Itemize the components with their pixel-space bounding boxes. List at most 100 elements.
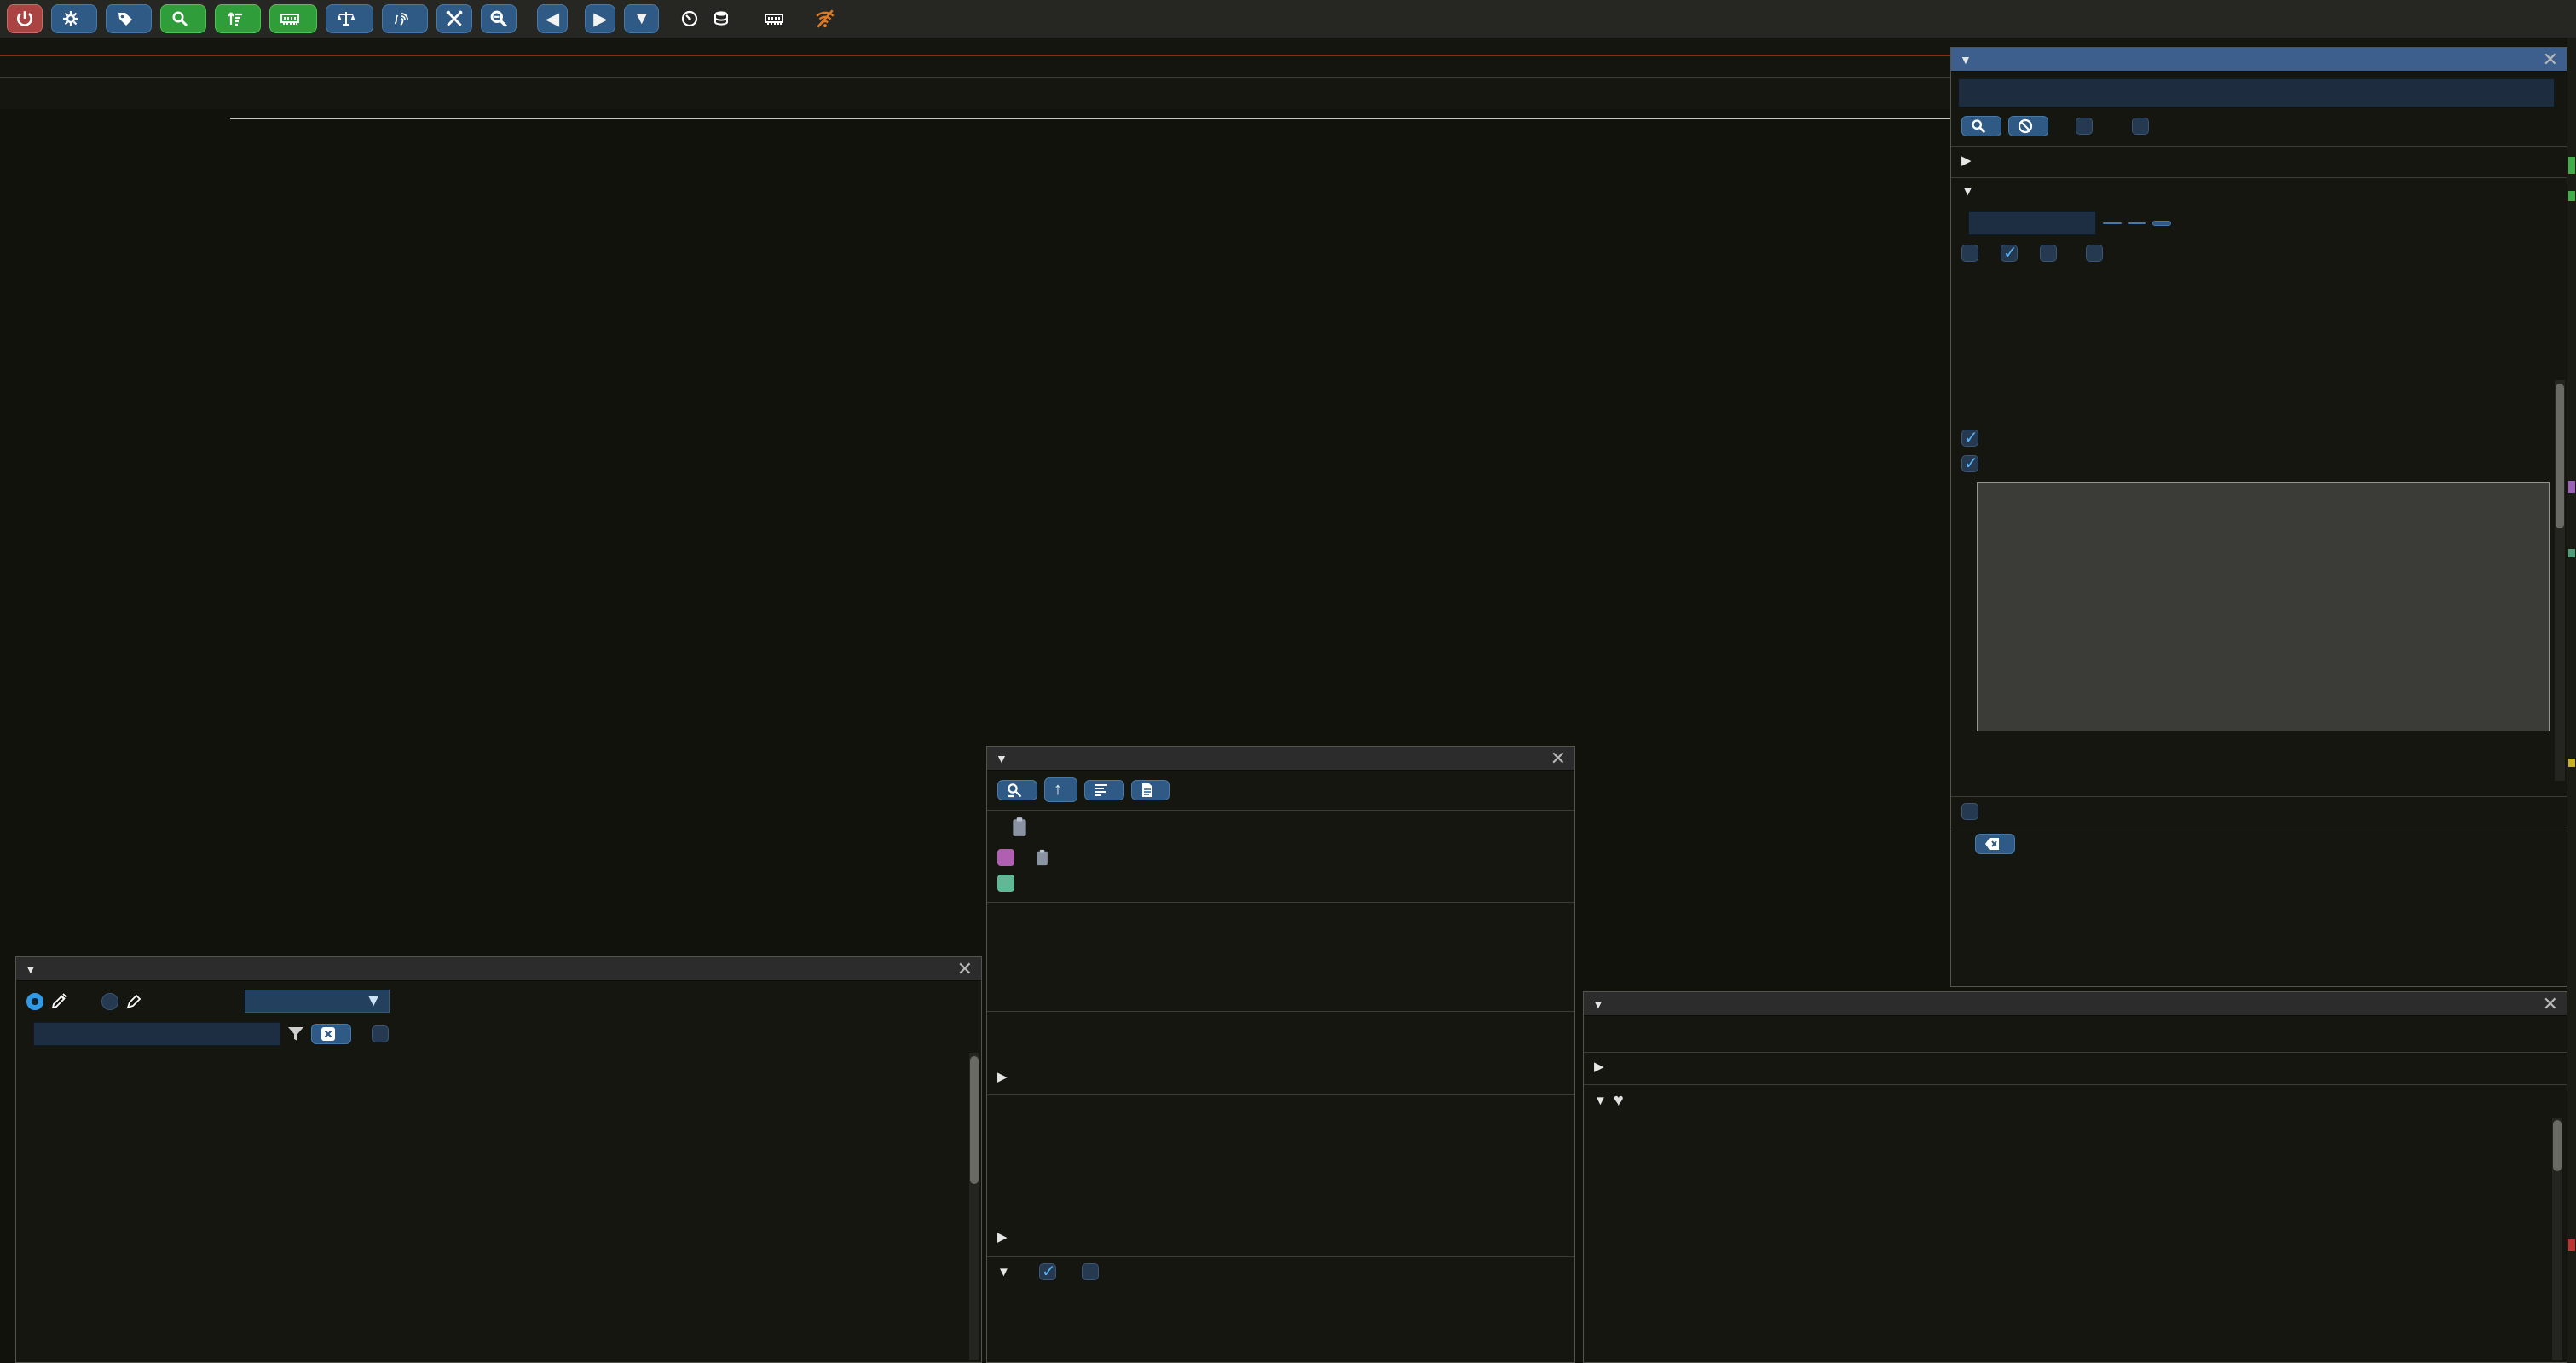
eyedropper-icon [125,993,142,1010]
find-zone-search-input[interactable] [1958,78,2555,107]
go-to-parent-button[interactable]: ↑ [1044,777,1077,802]
zoom-to-zone-button[interactable] [997,780,1037,800]
heart-icon: ♥ [1614,1091,1624,1111]
messages-button[interactable] [106,4,152,33]
ban-icon [2018,118,2033,134]
memory-button[interactable] [269,4,317,33]
found-clear-button[interactable] [1975,834,2015,854]
options-button[interactable] [51,4,97,33]
collapse-icon[interactable]: ▼ [996,752,1008,765]
search-icon [1971,118,1986,134]
collapse-icon[interactable]: ▼ [1592,997,1604,1011]
log-values-checkbox[interactable] [1961,245,1978,262]
bin-plus-button[interactable] [2128,222,2146,224]
mean-color-swatch [1985,430,2002,447]
stats-scrollbar[interactable] [969,1053,979,1360]
self-time-checkbox[interactable] [2086,245,2103,262]
info-button[interactable] [382,4,428,33]
zoom-button[interactable] [481,4,517,33]
ignore-case-checkbox[interactable] [2076,118,2093,135]
find-zone-button[interactable] [160,4,206,33]
stats-clear-button[interactable] [311,1024,351,1044]
log-time-checkbox[interactable] [2001,245,2018,262]
tools-icon [445,9,464,28]
zone-info-titlebar[interactable]: ▼✕ [987,747,1574,771]
clear-icon [1984,836,2000,852]
legend-row-1 [1961,430,2556,447]
legend-row-2 [1961,455,2556,472]
time-relative-checkbox[interactable] [1039,1263,1056,1280]
median-color-swatch [2047,430,2064,447]
statistics-titlebar[interactable]: ▼✕ [16,957,981,981]
zone-function-row [997,817,1564,837]
min-bin-input[interactable] [1968,211,2096,235]
fz-limit-range-checkbox[interactable] [2132,118,2149,135]
clipboard-icon[interactable] [1011,817,1028,837]
prev-frame-button[interactable]: ◀ [537,4,568,33]
clipboard-icon[interactable] [1035,849,1049,866]
collapse-icon[interactable]: ▼ [1960,53,1972,66]
matched-locations-expander[interactable]: ▶ [1961,153,2556,168]
main-toolbar: ◀ ▶ ▼ [0,0,2576,38]
close-icon[interactable]: ✕ [957,961,973,978]
stats-limit-range-checkbox[interactable] [372,1025,389,1042]
source-button[interactable] [1131,780,1170,800]
memory-usage-indicator [765,10,797,27]
allocations-list-expander[interactable]: ▶ [997,1229,1564,1245]
histogram-expander[interactable]: ▼ [1961,184,2556,199]
bin-minus-button[interactable] [2103,222,2122,224]
exclude-children-checkbox[interactable] [1082,1263,1099,1280]
search-icon [171,10,188,27]
tools-button[interactable] [436,4,472,33]
messages-header[interactable]: ▼ [997,1263,1564,1280]
main-vertical-scrollbar[interactable] [2567,38,2576,1363]
mean-median-checkbox[interactable] [1961,430,1978,447]
dial-icon [681,10,698,27]
connection-lost-icon [814,9,836,29]
close-icon[interactable]: ✕ [1551,750,1566,767]
frame-dropdown-button[interactable]: ▼ [624,4,659,33]
active-allocations-expander[interactable]: ▼ ♥ [1594,1091,2556,1111]
close-icon[interactable]: ✕ [2543,996,2558,1013]
memory-scrollbar[interactable] [2552,1118,2562,1360]
allocations-expander[interactable]: ▶ [1594,1059,2556,1074]
tracy-profiler-window: ◀ ▶ ▼ ▼✕ ▼ [0,0,2576,1363]
stats-lines-icon [1094,783,1109,798]
zone-thread-row [997,875,1564,892]
fingerprint-icon [393,10,410,27]
find-zone-histogram[interactable] [1977,482,2550,731]
capture-clock [713,10,736,27]
zone-info-panel: ▼✕ ↑ ▶ [986,746,1575,1363]
gear-icon [62,10,79,27]
timing-dropdown[interactable]: ▼ [245,990,390,1013]
thread-color-swatch [997,875,1014,892]
memory-titlebar[interactable]: ▼✕ [1584,992,2567,1016]
instrumentation-radio[interactable] [26,993,43,1010]
sampling-radio[interactable] [101,993,118,1010]
syringe-icon [50,993,67,1010]
filter-input[interactable] [33,1022,280,1046]
cumulate-checkbox[interactable] [2040,245,2057,262]
show-zone-time-checkbox[interactable] [1961,803,1978,820]
wait-regions-expander[interactable]: ▶ [997,1069,1564,1084]
ram-icon [765,10,783,27]
zone-statistics-button[interactable] [1084,780,1124,800]
memory-icon [280,10,299,27]
statistics-filter-row [26,1022,971,1046]
power-button[interactable] [7,4,43,33]
find-zone-titlebar[interactable]: ▼✕ [1951,48,2567,72]
compare-button[interactable] [326,4,373,33]
group-checkbox[interactable] [1961,455,1978,472]
find-button[interactable] [1961,116,2001,136]
show-zone-time-row [1961,803,2556,820]
histogram-options [1961,245,2556,262]
balance-icon [337,10,355,27]
reset-button[interactable] [2152,221,2171,226]
collapse-icon[interactable]: ▼ [25,962,37,976]
next-frame-button[interactable]: ▶ [585,4,615,33]
zone-location-row [997,849,1564,866]
statistics-button[interactable] [215,4,261,33]
close-icon[interactable]: ✕ [2543,51,2558,68]
fz-clear-button[interactable] [2008,116,2048,136]
up-arrow-icon: ↑ [1054,780,1062,800]
